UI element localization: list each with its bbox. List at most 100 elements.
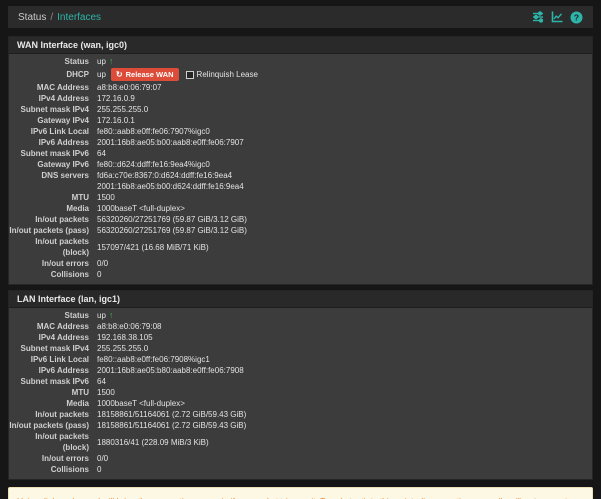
interface-panels: WAN Interface (wan, igc0)Statusup↑DHCPup… <box>0 36 601 480</box>
row-label: In/out errors <box>9 453 89 464</box>
interface-row: Subnet mask IPv4 255.255.255.0 <box>9 343 592 354</box>
row-label: Subnet mask IPv4 <box>9 104 89 115</box>
dial-on-demand-note: Using dial-on-demand will bring the conn… <box>8 487 593 499</box>
row-label: In/out packets (pass) <box>9 420 89 431</box>
row-value: 255.255.255.0 <box>97 343 148 354</box>
breadcrumb: Status/Interfaces <box>18 12 101 23</box>
interface-row: Collisions0 <box>9 269 592 280</box>
interface-row: In/out packets (pass) 56320260/27251769 (… <box>9 225 592 236</box>
value-line: 2001:16b8:ae05:b00:aab8:e0ff:fe06:7907 <box>97 137 244 148</box>
row-value: 255.255.255.0 <box>97 104 148 115</box>
svg-text:?: ? <box>574 12 579 22</box>
interface-row: Subnet mask IPv664 <box>9 376 592 387</box>
row-value: 56320260/27251769 (59.87 GiB/3.12 GiB) <box>97 225 247 236</box>
row-label: MTU <box>9 192 89 203</box>
breadcrumb-link-interfaces[interactable]: Interfaces <box>57 12 101 23</box>
interface-row: MTU 1500 <box>9 387 592 398</box>
row-value: up↑ <box>97 56 113 67</box>
value-line: 0/0 <box>97 453 108 464</box>
panel-wan-interface: WAN Interface (wan, igc0)Statusup↑DHCPup… <box>8 36 593 285</box>
value-line: a8:b8:e0:06:79:08 <box>97 321 162 332</box>
row-label: Subnet mask IPv4 <box>9 343 89 354</box>
interface-row: IPv4 Address172.16.0.9 <box>9 93 592 104</box>
value-line: 56320260/27251769 (59.87 GiB/3.12 GiB) <box>97 225 247 236</box>
value-line: 172.16.0.9 <box>97 93 135 104</box>
panel-body-lan: Statusup↑MAC Addressa8:b8:e0:06:79:08IPv… <box>9 308 592 479</box>
interface-row: IPv6 Link Localfe80::aab8:e0ff:fe06:7908… <box>9 354 592 365</box>
help-icon[interactable]: ? <box>570 11 583 24</box>
row-value: a8:b8:e0:06:79:07 <box>97 82 162 93</box>
row-label: Status <box>9 56 89 67</box>
settings-sliders-icon[interactable] <box>532 11 544 23</box>
value-line: 1000baseT <full-duplex> <box>97 398 185 409</box>
row-value: fd6a:c70e:8367:0:d624:ddff:fe16:9ea42001… <box>97 170 379 192</box>
row-label: MTU <box>9 387 89 398</box>
value-line: 18158861/51164061 (2.72 GiB/59.43 GiB) <box>97 420 246 431</box>
interface-row: Media1000baseT <full-duplex> <box>9 398 592 409</box>
value-line: 192.168.38.105 <box>97 332 153 343</box>
interface-row: MAC Address a8:b8:e0:06:79:07 <box>9 82 592 93</box>
status-up-arrow-icon: ↑ <box>109 56 114 67</box>
traffic-graph-icon[interactable] <box>551 11 563 23</box>
row-value: 172.16.0.9 <box>97 93 135 104</box>
interface-row: Media 1000baseT <full-duplex> <box>9 203 592 214</box>
interface-row: Subnet mask IPv4 255.255.255.0 <box>9 104 592 115</box>
row-value: 18158861/51164061 (2.72 GiB/59.43 GiB) <box>97 409 246 420</box>
interface-row: In/out packets (pass) 18158861/51164061 (… <box>9 420 592 431</box>
value-line: fd6a:c70e:8367:0:d624:ddff:fe16:9ea4 <box>97 170 379 181</box>
relinquish-lease-checkbox[interactable] <box>186 71 194 79</box>
release-wan-button[interactable]: ↻Release WAN <box>111 68 179 81</box>
value-line: fe80::d624:ddff:fe16:9ea4%igc0 <box>97 159 210 170</box>
row-value: fe80::d624:ddff:fe16:9ea4%igc0 <box>97 159 210 170</box>
value-line: 0 <box>97 269 101 280</box>
row-label: In/out packets (block) <box>9 236 89 258</box>
row-label: In/out packets (block) <box>9 431 89 453</box>
row-value: 0 <box>97 269 101 280</box>
value-line: fe80::aab8:e0ff:fe06:7907%igc0 <box>97 126 210 137</box>
row-value: 1000baseT <full-duplex> <box>97 398 185 409</box>
row-label: MAC Address <box>9 82 89 93</box>
interface-row: MAC Address a8:b8:e0:06:79:08 <box>9 321 592 332</box>
row-label: DNS servers <box>9 170 89 192</box>
interface-row: In/out packets (block)1880316/41 (228.09… <box>9 431 592 453</box>
row-label: MAC Address <box>9 321 89 332</box>
value-line: 64 <box>97 148 106 159</box>
interface-row: IPv6 Link Localfe80::aab8:e0ff:fe06:7907… <box>9 126 592 137</box>
row-label: Gateway IPv4 <box>9 115 89 126</box>
breadcrumb-bar: Status/Interfaces ? <box>8 6 593 28</box>
value-line: 2001:16b8:ae05:b00:d624:ddff:fe16:9ea4 <box>97 181 379 192</box>
row-label: In/out packets <box>9 409 89 420</box>
panel-title-wan: WAN Interface (wan, igc0) <box>9 37 592 54</box>
value-line: 0/0 <box>97 258 108 269</box>
status-value: up <box>97 310 106 321</box>
panel-title-lan: LAN Interface (lan, igc1) <box>9 291 592 308</box>
release-wan-label: Release WAN <box>126 70 174 79</box>
panel-body-wan: Statusup↑DHCPup↻Release WANRelinquish Le… <box>9 54 592 284</box>
row-label: Subnet mask IPv6 <box>9 148 89 159</box>
row-value: 1500 <box>97 387 115 398</box>
row-value: 0/0 <box>97 258 108 269</box>
interface-row: DNS servers fd6a:c70e:8367:0:d624:ddff:fe… <box>9 170 592 192</box>
row-value: 192.168.38.105 <box>97 332 153 343</box>
interface-row: In/out packets (block) 157097/421 (16.68 … <box>9 236 592 258</box>
interface-row: DHCPup↻Release WANRelinquish Lease <box>9 67 592 82</box>
value-line: 255.255.255.0 <box>97 343 148 354</box>
value-line: fe80::aab8:e0ff:fe06:7908%igc1 <box>97 354 210 365</box>
row-label: In/out errors <box>9 258 89 269</box>
row-value: 2001:16b8:ae05:b00:aab8:e0ff:fe06:7907 <box>97 137 244 148</box>
row-value: fe80::aab8:e0ff:fe06:7908%igc1 <box>97 354 210 365</box>
row-label: Subnet mask IPv6 <box>9 376 89 387</box>
relinquish-lease-label: Relinquish Lease <box>197 69 258 80</box>
interface-row: In/out errors 0/0 <box>9 453 592 464</box>
interface-row: IPv4 Address192.168.38.105 <box>9 332 592 343</box>
row-label: In/out packets (pass) <box>9 225 89 236</box>
value-line: 157097/421 (16.68 MiB/71 KiB) <box>97 242 209 253</box>
value-line: 18158861/51164061 (2.72 GiB/59.43 GiB) <box>97 409 246 420</box>
value-line: 0 <box>97 464 101 475</box>
row-value: up↑ <box>97 310 113 321</box>
value-line: 1000baseT <full-duplex> <box>97 203 185 214</box>
row-value: 1000baseT <full-duplex> <box>97 203 185 214</box>
row-label: Media <box>9 203 89 214</box>
row-value: 18158861/51164061 (2.72 GiB/59.43 GiB) <box>97 420 246 431</box>
interface-row: Collisions0 <box>9 464 592 475</box>
